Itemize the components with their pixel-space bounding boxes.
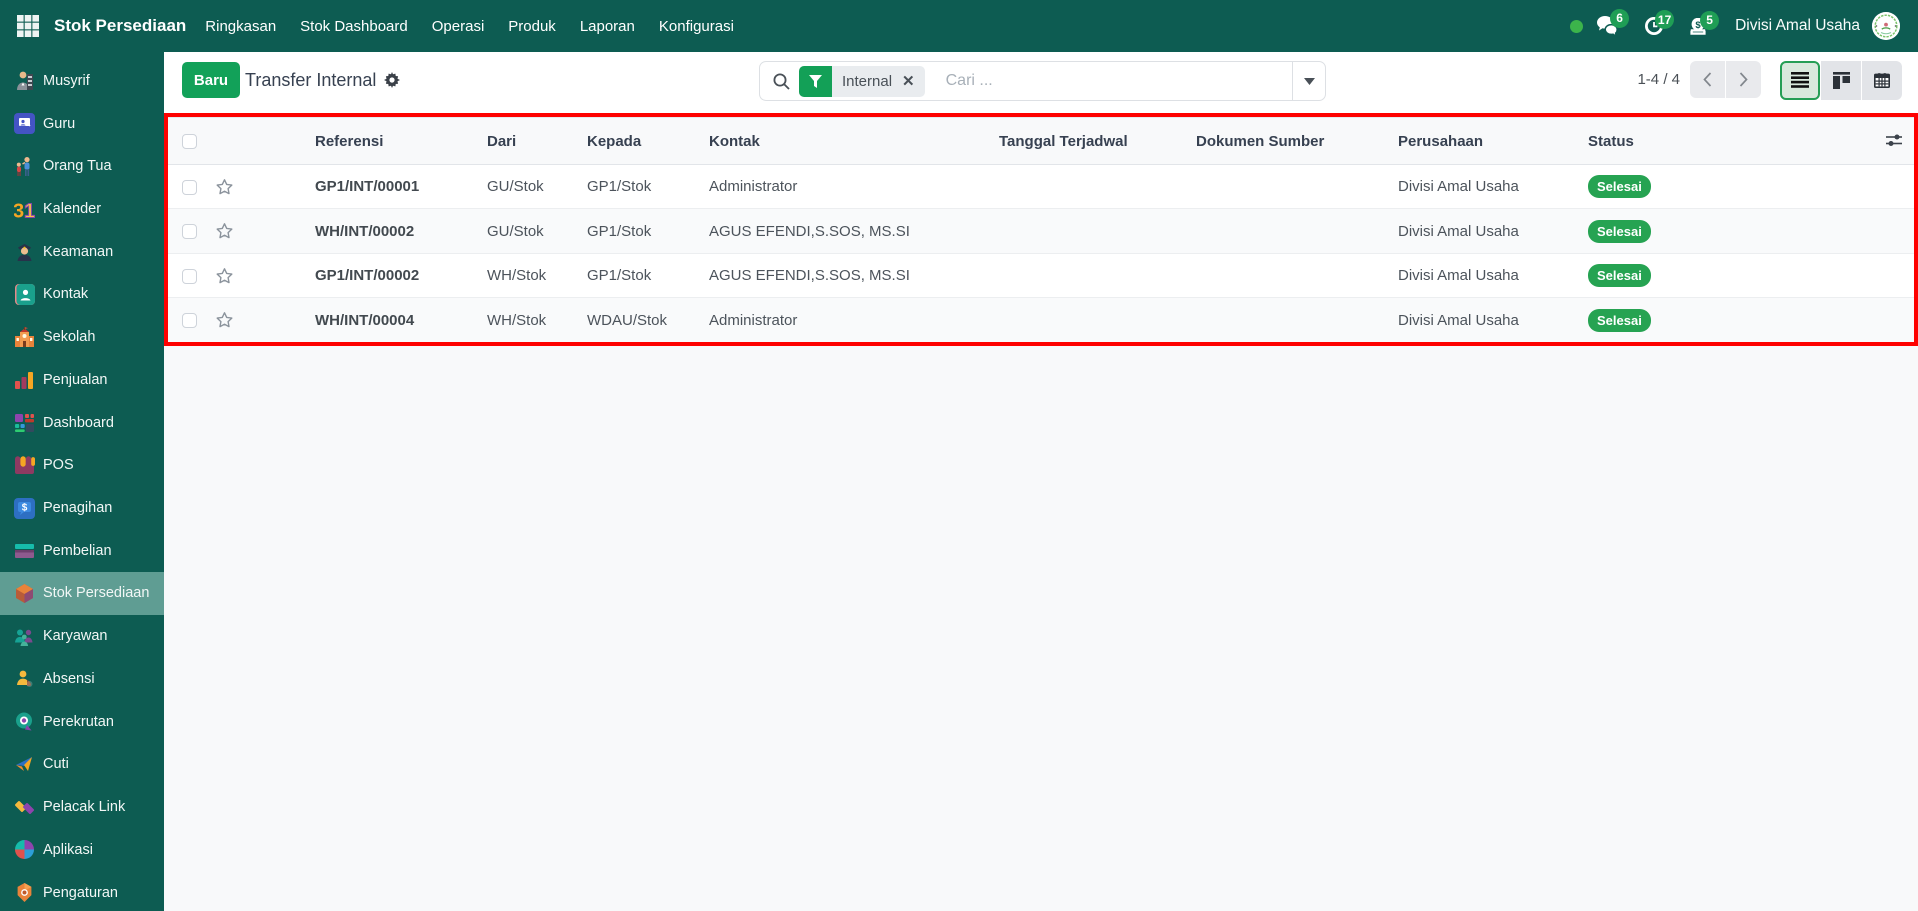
svg-text:3: 3 [14, 200, 24, 220]
svg-text:$: $ [22, 502, 28, 513]
svg-text:1: 1 [24, 200, 35, 220]
